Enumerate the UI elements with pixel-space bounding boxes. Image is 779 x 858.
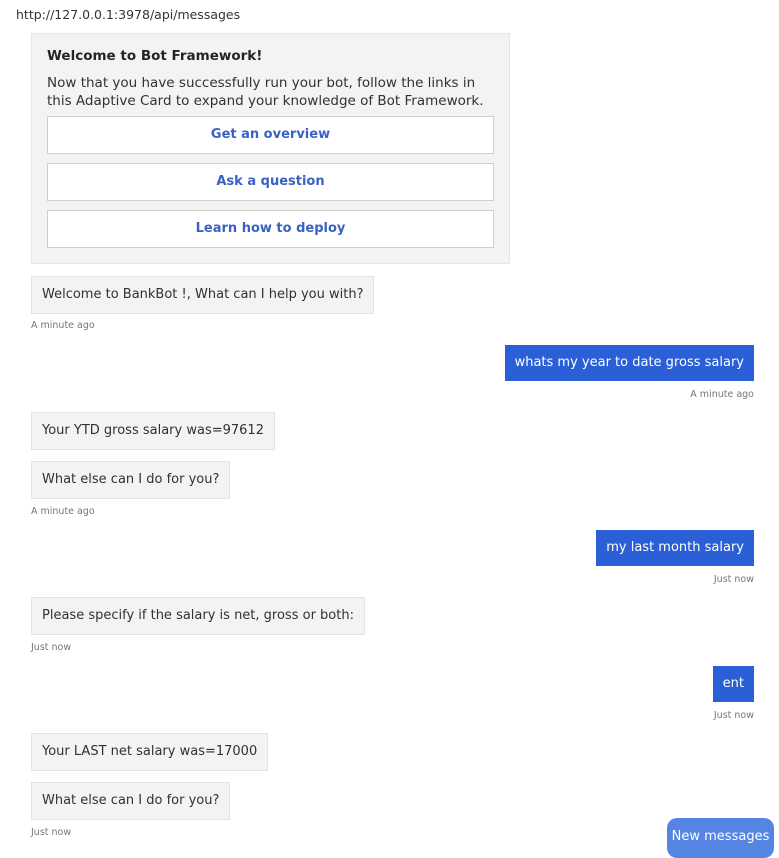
message-timestamp: Just now [713,574,754,585]
message-timestamp: Just now [31,827,72,838]
card-title: Welcome to Bot Framework! [47,48,263,64]
bot-message: What else can I do for you? [31,461,231,499]
bot-message: Your LAST net salary was=17000 [31,733,269,771]
card-body: Now that you have successfully run your … [47,75,484,109]
message-timestamp: A minute ago [31,506,95,517]
message-timestamp: A minute ago [31,320,95,331]
user-message: my last month salary [596,530,754,566]
bot-message: Your YTD gross salary was=97612 [31,412,275,450]
user-message: ent [712,666,754,702]
message-timestamp: Just now [713,710,754,721]
new-messages-button[interactable]: New messages [667,818,774,858]
message-timestamp: A minute ago [690,389,754,400]
user-message: whats my year to date gross salary [504,345,754,381]
bot-message: What else can I do for you? [31,782,231,820]
adaptive-card: Welcome to Bot Framework! Now that you h… [31,33,510,264]
ask-question-button[interactable]: Ask a question [47,163,494,201]
learn-deploy-button[interactable]: Learn how to deploy [47,210,494,248]
endpoint-url: http://127.0.0.1:3978/api/messages [16,7,241,22]
get-overview-button[interactable]: Get an overview [47,116,494,154]
message-timestamp: Just now [31,642,72,653]
bot-message: Welcome to BankBot !, What can I help yo… [31,276,375,314]
bot-message: Please specify if the salary is net, gro… [31,597,365,635]
